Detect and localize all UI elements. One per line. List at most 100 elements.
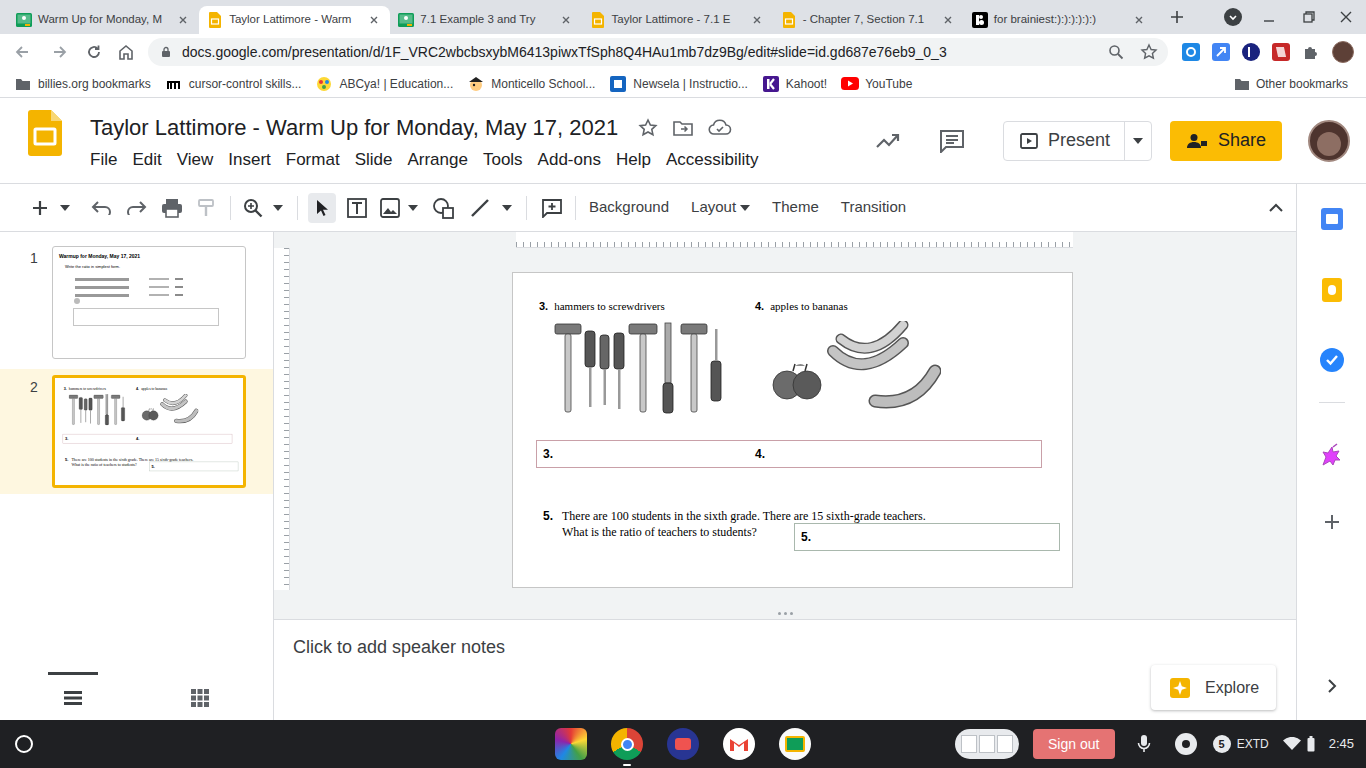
grid-view-button[interactable]	[175, 672, 225, 720]
add-addon-icon[interactable]	[1323, 513, 1341, 531]
system-status[interactable]: 5 EXTD 2:45	[1213, 734, 1354, 754]
tasks-icon[interactable]	[1320, 348, 1344, 372]
launcher-button[interactable]	[15, 735, 33, 753]
vertical-ruler[interactable]	[274, 248, 290, 590]
calendar-icon[interactable]	[1321, 208, 1343, 230]
menu-item[interactable]: Help	[610, 147, 657, 173]
bookmark[interactable]: Monticello School...	[467, 75, 595, 93]
activity-trend-icon[interactable]	[875, 132, 901, 150]
home-button[interactable]	[114, 40, 138, 64]
tab-close-icon[interactable]	[366, 12, 382, 28]
bookmark[interactable]: Newsela | Instructio...	[609, 75, 748, 93]
line-tool-button[interactable]	[470, 198, 512, 218]
arrow-extension-icon[interactable]	[1212, 43, 1230, 61]
tab-close-icon[interactable]	[1131, 12, 1147, 28]
tab-close-icon[interactable]	[558, 12, 574, 28]
paint-format-icon[interactable]	[196, 198, 216, 218]
bookmark[interactable]: Kahoot!	[762, 75, 827, 93]
slide-thumbnail[interactable]: 3.hammers to screwdrivers4.apples to ban…	[52, 375, 246, 488]
reload-button[interactable]	[82, 40, 106, 64]
toolbar-button[interactable]: Layout	[680, 193, 761, 223]
close-window-button[interactable]	[1336, 7, 1356, 27]
toolbar-button[interactable]: Theme	[761, 193, 830, 223]
chrome-app-icon[interactable]	[611, 728, 643, 760]
tab-search-button[interactable]	[1224, 8, 1242, 26]
globe-extension-icon[interactable]	[1182, 43, 1200, 61]
move-folder-icon[interactable]	[672, 119, 694, 137]
bookmark[interactable]: cursor-control skills...	[165, 75, 302, 93]
toolbar-button[interactable]: Transition	[830, 193, 917, 223]
address-field[interactable]: docs.google.com/presentation/d/1F_VRC2wb…	[148, 38, 1168, 66]
sign-out-button[interactable]: Sign out	[1033, 729, 1115, 759]
bookmark-star-icon[interactable]	[1140, 43, 1158, 61]
menu-item[interactable]: Format	[280, 147, 346, 173]
browser-tab[interactable]: for brainiest:):):):):):)	[964, 6, 1155, 34]
speaker-notes[interactable]: Click to add speaker notes Explore	[274, 620, 1296, 720]
answer-box[interactable]: 5.	[149, 462, 238, 471]
keep-icon[interactable]	[1322, 278, 1342, 302]
menu-item[interactable]: Tools	[477, 147, 529, 173]
menu-item[interactable]: Edit	[126, 147, 167, 173]
restore-button[interactable]	[1296, 7, 1322, 27]
forward-button[interactable]	[48, 40, 72, 64]
canvas-app-icon[interactable]	[555, 728, 587, 760]
red-extension-icon[interactable]	[1272, 43, 1290, 61]
puzzle-icon[interactable]	[1302, 43, 1320, 61]
comments-icon[interactable]	[939, 129, 965, 153]
browser-tab[interactable]: 7.1 Example 3 and Try	[390, 6, 581, 34]
zoom-icon[interactable]	[1108, 44, 1124, 60]
explore-button[interactable]: Explore	[1151, 665, 1276, 710]
classroom-app-icon[interactable]	[779, 728, 811, 760]
browser-tab[interactable]: Warm Up for Monday, M	[8, 6, 199, 34]
expand-panel-icon[interactable]	[1327, 678, 1337, 694]
shape-icon[interactable]	[432, 197, 456, 219]
menu-item[interactable]: Insert	[222, 147, 277, 173]
answer-box[interactable]: 3. 4.	[536, 440, 1042, 468]
profile-avatar[interactable]	[1332, 41, 1354, 63]
bookmark[interactable]: ABCya! | Education...	[315, 75, 453, 93]
menu-item[interactable]: Add-ons	[532, 147, 607, 173]
slide[interactable]: 3.hammers to screwdrivers4.apples to ban…	[512, 272, 1073, 588]
tab-close-icon[interactable]	[175, 12, 191, 28]
undo-icon[interactable]	[90, 201, 112, 215]
minimize-button[interactable]	[1256, 7, 1282, 27]
tab-close-icon[interactable]	[940, 12, 956, 28]
share-button[interactable]: Share	[1170, 121, 1282, 161]
unicorn-addon-icon[interactable]	[1319, 443, 1345, 469]
menu-item[interactable]: Accessibility	[660, 147, 765, 173]
list-view-button[interactable]	[48, 672, 98, 720]
answer-box[interactable]: 3. 4.	[63, 434, 233, 443]
browser-tab[interactable]: Taylor Lattimore - Warm	[199, 6, 390, 34]
answer-box[interactable]: 5.	[794, 523, 1060, 551]
redo-icon[interactable]	[126, 201, 148, 215]
bookmark[interactable]: billies.org bookmarks	[14, 75, 151, 93]
menu-item[interactable]: Arrange	[401, 147, 473, 173]
notes-resize-handle[interactable]	[274, 608, 1296, 620]
star-icon[interactable]	[638, 118, 658, 138]
game-app-icon[interactable]	[667, 728, 699, 760]
filmstrip-slide[interactable]: 2 3.hammers to screwdrivers4.apples to b…	[0, 369, 273, 494]
slide-thumbnail[interactable]: Warmup for Monday, May 17, 2021Write the…	[52, 246, 246, 359]
cloud-saved-icon[interactable]	[708, 119, 732, 137]
present-options-button[interactable]	[1125, 122, 1151, 160]
microphone-icon[interactable]	[1137, 734, 1151, 754]
collapse-chevron-icon[interactable]	[1268, 203, 1284, 213]
account-avatar[interactable]	[1308, 120, 1350, 162]
other-bookmarks[interactable]: Other bookmarks	[1234, 75, 1348, 93]
screen-capture-preview[interactable]	[955, 729, 1019, 759]
k-extension-icon[interactable]	[1242, 43, 1260, 61]
gmail-app-icon[interactable]	[723, 728, 755, 760]
text-box-icon[interactable]	[346, 197, 368, 219]
browser-tab[interactable]: - Chapter 7, Section 7.1	[773, 6, 964, 34]
zoom-button[interactable]	[243, 198, 283, 218]
filmstrip-slide[interactable]: 1Warmup for Monday, May 17, 2021Write th…	[0, 240, 273, 365]
select-tool[interactable]	[308, 193, 336, 223]
horizontal-ruler[interactable]	[516, 232, 1073, 248]
print-icon[interactable]	[161, 198, 183, 218]
menu-item[interactable]: Slide	[349, 147, 399, 173]
accessibility-icon[interactable]	[1175, 733, 1197, 755]
bookmark[interactable]: YouTube	[841, 75, 912, 93]
present-button[interactable]: Present	[1003, 121, 1152, 161]
slides-home-button[interactable]	[0, 98, 90, 183]
back-button[interactable]	[10, 40, 34, 64]
